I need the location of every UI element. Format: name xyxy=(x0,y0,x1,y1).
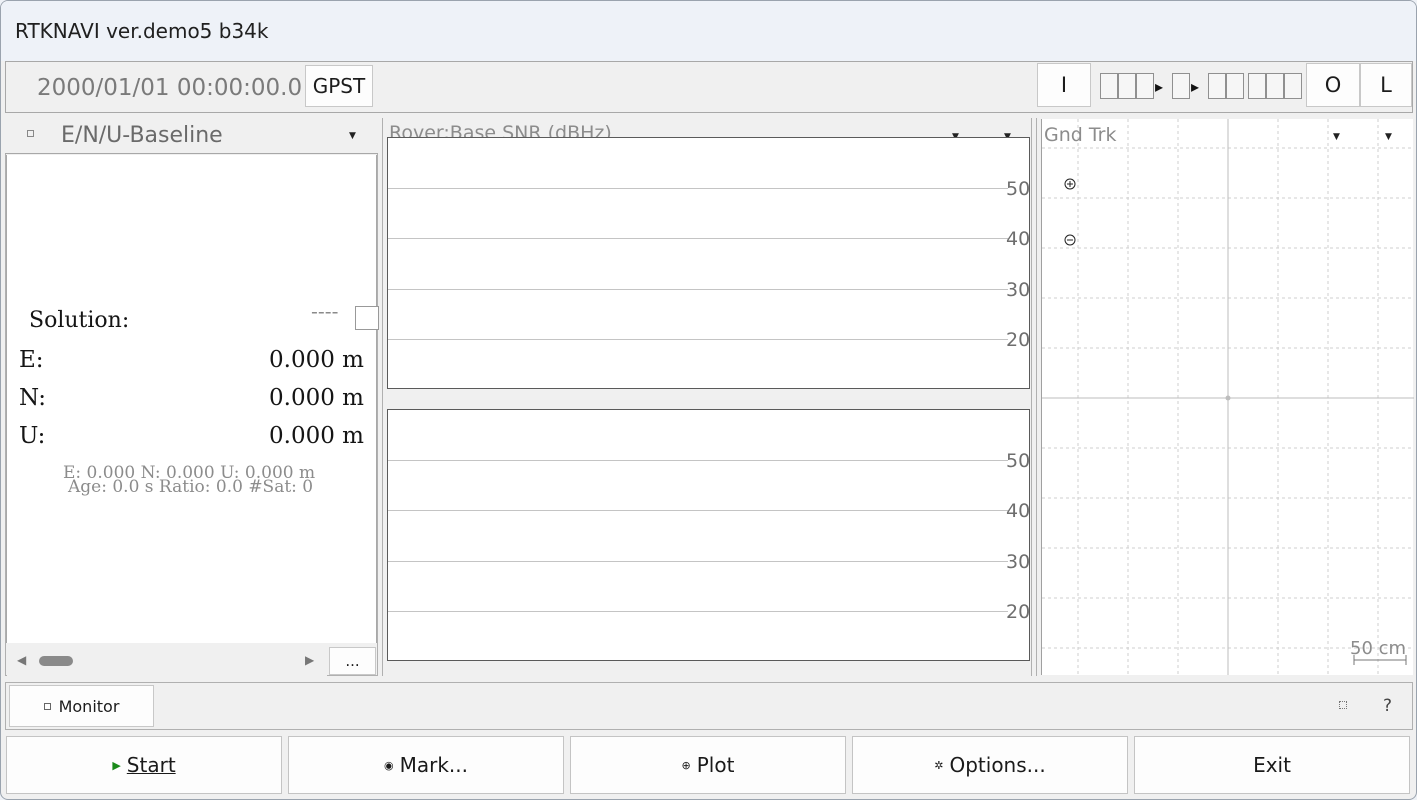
output-stream-button[interactable]: O xyxy=(1306,63,1360,107)
chevron-down-icon[interactable]: ▼ xyxy=(349,131,356,141)
scroll-left-icon[interactable]: ◀ xyxy=(17,653,26,667)
exit-button[interactable]: Exit xyxy=(1134,736,1410,794)
stream-indicator xyxy=(1284,73,1302,99)
mark-icon: ◉ xyxy=(384,758,394,772)
arrow-right-icon: ▸ xyxy=(1191,77,1200,96)
stream-indicator xyxy=(1100,73,1118,99)
stream-indicator xyxy=(1266,73,1284,99)
grid-line xyxy=(388,510,1008,511)
input-stream-button[interactable]: I xyxy=(1037,63,1091,107)
grid-line xyxy=(388,289,1008,290)
options-button-label: Options... xyxy=(949,753,1046,777)
y-tick-label: 30 xyxy=(1006,279,1031,301)
monitor-button-label: Monitor xyxy=(58,696,120,716)
y-tick-label: 40 xyxy=(1006,500,1031,522)
scale-label: 50 cm xyxy=(1350,638,1407,659)
grid-line xyxy=(388,460,1008,461)
grid-line xyxy=(388,238,1008,239)
grid-line xyxy=(388,611,1008,612)
solution-label: Solution: xyxy=(29,308,130,333)
stream-indicator xyxy=(1136,73,1154,99)
solution-panel-header: E/N/U-Baseline ▼ xyxy=(5,118,378,154)
ground-track-grid xyxy=(1042,119,1414,675)
time-system-button[interactable]: GPST xyxy=(305,65,373,107)
y-tick-label: 50 xyxy=(1006,178,1031,200)
coord-label-u: U: xyxy=(19,423,46,449)
log-stream-button[interactable]: L xyxy=(1360,63,1412,107)
solution-status-indicator xyxy=(355,306,379,330)
more-button[interactable]: ... xyxy=(329,647,376,675)
y-tick-label: 20 xyxy=(1006,329,1031,351)
mark-button-label: Mark... xyxy=(399,753,468,777)
solution-status: ---- xyxy=(311,301,339,323)
app-window: RTKNAVI ver.demo5 b34k 2000/01/01 00:00:… xyxy=(0,0,1417,800)
start-button-label: Start xyxy=(126,753,176,777)
grid-line xyxy=(388,339,1008,340)
play-icon: ▶ xyxy=(112,758,121,772)
horizontal-scrollbar[interactable]: ◀ ▶ xyxy=(7,646,327,676)
coord-value-e: 0.000 m xyxy=(269,347,364,373)
plot-icon: ⊕ xyxy=(681,758,691,772)
coord-label-e: E: xyxy=(19,347,44,373)
stream-indicator xyxy=(1226,73,1244,99)
exit-button-label: Exit xyxy=(1253,753,1291,777)
snr-plot-base: 50 40 30 20 xyxy=(387,409,1030,661)
stream-indicator xyxy=(1248,73,1266,99)
small-square-icon[interactable] xyxy=(27,130,34,137)
monitor-bar xyxy=(5,682,1413,730)
scroll-right-icon[interactable]: ▶ xyxy=(305,653,314,667)
coord-label-n: N: xyxy=(19,385,47,411)
coord-value-u: 0.000 m xyxy=(269,423,364,449)
grid-line xyxy=(388,561,1008,562)
options-button[interactable]: ✲ Options... xyxy=(852,736,1128,794)
gear-icon: ✲ xyxy=(934,758,944,772)
small-square-icon xyxy=(43,702,51,710)
start-button[interactable]: ▶ Start xyxy=(6,736,282,794)
chevron-down-icon[interactable]: ▼ xyxy=(1385,132,1392,142)
chevron-down-icon[interactable]: ▼ xyxy=(1333,132,1340,142)
y-tick-label: 50 xyxy=(1006,450,1031,472)
stream-indicator xyxy=(1172,73,1190,99)
monitor-button[interactable]: Monitor xyxy=(9,685,154,727)
coord-value-n: 0.000 m xyxy=(269,385,364,411)
expand-icon[interactable] xyxy=(1339,701,1347,709)
help-button[interactable]: ? xyxy=(1383,696,1392,716)
y-tick-label: 30 xyxy=(1006,551,1031,573)
title-bar[interactable]: RTKNAVI ver.demo5 b34k xyxy=(1,1,1416,61)
snr-plot-rover: 50 40 30 20 xyxy=(387,137,1030,389)
scrollbar-thumb[interactable] xyxy=(39,656,73,666)
y-tick-label: 40 xyxy=(1006,228,1031,250)
mark-button[interactable]: ◉ Mark... xyxy=(288,736,564,794)
plot-button[interactable]: ⊕ Plot xyxy=(570,736,846,794)
grid-line xyxy=(388,188,1008,189)
stream-indicator xyxy=(1118,73,1136,99)
ground-track-plot[interactable]: Gnd Trk ▼ ▼ 50 cm xyxy=(1041,119,1414,675)
plot-button-label: Plot xyxy=(696,753,735,777)
stream-indicator xyxy=(1208,73,1226,99)
age-ratio-line: Age: 0.0 s Ratio: 0.0 #Sat: 0 xyxy=(68,477,314,497)
window-title: RTKNAVI ver.demo5 b34k xyxy=(15,19,269,43)
ground-track-header[interactable]: Gnd Trk xyxy=(1044,124,1117,146)
arrow-right-icon: ▸ xyxy=(1155,77,1164,96)
y-tick-label: 20 xyxy=(1006,601,1031,623)
view-select[interactable]: E/N/U-Baseline xyxy=(61,123,223,148)
time-display: 2000/01/01 00:00:00.0 xyxy=(37,75,303,101)
origin-marker xyxy=(1225,395,1231,401)
